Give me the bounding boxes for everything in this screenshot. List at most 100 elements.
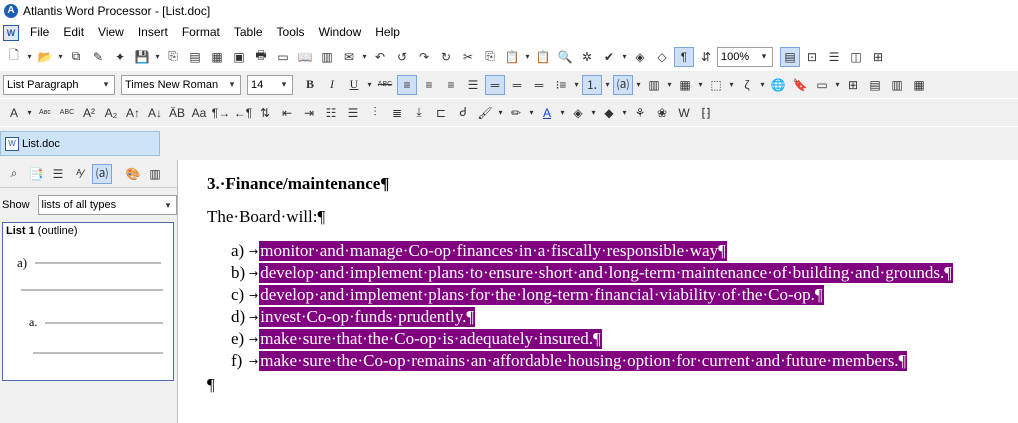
shading-dropdown-icon[interactable]: ▾ <box>589 108 598 117</box>
char-spacing-icon[interactable]: ÄB <box>167 103 187 123</box>
fill-dropdown-icon[interactable]: ▾ <box>620 108 629 117</box>
menu-view[interactable]: View <box>91 22 131 43</box>
menu-tools[interactable]: Tools <box>270 22 312 43</box>
header-footer-icon[interactable]: ☰ <box>824 47 844 67</box>
list-item[interactable]: e) → make·sure·that·the·Co-op·is·adequatel… <box>231 328 602 350</box>
numbering-dropdown-icon[interactable]: ▾ <box>603 80 612 89</box>
menu-insert[interactable]: Insert <box>131 22 175 43</box>
effects-dropdown-icon[interactable]: ▾ <box>25 108 34 117</box>
print-preview-icon[interactable]: ▦ <box>207 47 227 67</box>
frame-icon[interactable]: ⬚ <box>706 75 726 95</box>
fill-color-icon[interactable]: ◆ <box>599 103 619 123</box>
open-folder-icon[interactable]: 📂 <box>35 47 55 67</box>
bullets-dropdown-icon[interactable]: ▾ <box>572 80 581 89</box>
normal-view-icon[interactable]: ▤ <box>780 46 800 67</box>
symbol-dropdown-icon[interactable]: ▾ <box>758 80 767 89</box>
navigator-icon[interactable]: ⌕ <box>4 164 24 184</box>
widow-control-icon[interactable]: ≣ <box>387 103 407 123</box>
spelling-icon[interactable]: ✔ <box>599 47 619 67</box>
marker-icon[interactable]: ✏ <box>506 103 526 123</box>
new-dropdown-icon[interactable]: ▾ <box>25 52 34 61</box>
superscript-icon[interactable]: A² <box>79 103 99 123</box>
word-art-icon[interactable]: W <box>674 103 694 123</box>
table-grid-icon[interactable]: ⊞ <box>843 75 863 95</box>
ltr-paragraph-icon[interactable]: ¶→ <box>211 103 231 123</box>
align-right-icon[interactable]: ≡ <box>441 75 461 95</box>
page-setup-icon[interactable]: ▭ <box>273 47 293 67</box>
menu-window[interactable]: Window <box>312 22 369 43</box>
document-menu-icon[interactable]: W <box>3 24 19 41</box>
double-spacing-icon[interactable]: ═ <box>529 75 549 95</box>
colors-icon[interactable]: ▥ <box>145 164 165 184</box>
email-dropdown-icon[interactable]: ▾ <box>360 52 369 61</box>
new-document-icon[interactable]: 🗋 <box>4 47 24 67</box>
ebook-icon[interactable]: 📖 <box>295 47 315 67</box>
font-size-select[interactable]: 14 ▾ <box>247 74 293 95</box>
redo-list-icon[interactable]: ↻ <box>436 47 456 67</box>
line-spacing-15-icon[interactable]: ═ <box>507 75 527 95</box>
bullets-icon[interactable]: ⁝≡ <box>551 75 571 95</box>
font-select[interactable]: Times New Roman ▾ <box>121 74 241 95</box>
list-item[interactable]: f) → make·sure·the·Co-op·remains·an·afford… <box>231 350 908 372</box>
marker-dropdown-icon[interactable]: ▾ <box>527 108 536 117</box>
window-icon[interactable]: ▭ <box>812 75 832 95</box>
list-style-preview[interactable]: List 1 (outline) a) a. <box>2 222 174 381</box>
shrink-font-icon[interactable]: A↓ <box>145 103 165 123</box>
increase-indent-icon[interactable]: ⇥ <box>299 103 319 123</box>
menu-edit[interactable]: Edit <box>56 22 91 43</box>
subscript-icon[interactable]: A₂ <box>101 103 121 123</box>
columns-layout-icon[interactable]: ▥ <box>644 75 664 95</box>
page-break-icon[interactable]: ⤓ <box>409 103 429 123</box>
archive-icon[interactable]: ▥ <box>317 47 337 67</box>
insert-table-icon[interactable]: ▦ <box>675 75 695 95</box>
lists-icon[interactable]: ⒜ <box>92 163 112 184</box>
numbering-icon[interactable]: ⒈ <box>582 74 602 95</box>
columns-icon[interactable]: ◫ <box>846 47 866 67</box>
copy-format-icon[interactable]: ⧉ <box>66 47 86 67</box>
justify-icon[interactable]: ☰ <box>463 75 483 95</box>
table-dropdown-icon[interactable]: ▾ <box>696 80 705 89</box>
headings-icon[interactable]: ☰ <box>48 164 68 184</box>
menu-file[interactable]: File <box>23 22 56 43</box>
window-dropdown-icon[interactable]: ▾ <box>833 80 842 89</box>
frame-dropdown-icon[interactable]: ▾ <box>727 80 736 89</box>
keep-lines-icon[interactable]: ⫶ <box>365 103 385 123</box>
find-icon[interactable]: 🔍 <box>555 47 575 67</box>
page-breaks-icon[interactable]: ⇵ <box>696 47 716 67</box>
menu-table[interactable]: Table <box>227 22 270 43</box>
undo-icon[interactable]: ↶ <box>370 47 390 67</box>
forward-icon[interactable]: ◇ <box>652 47 672 67</box>
decrease-indent-icon[interactable]: ⇤ <box>277 103 297 123</box>
rtl-paragraph-icon[interactable]: ←¶ <box>233 103 253 123</box>
star-icon[interactable]: ✦ <box>110 47 130 67</box>
menu-format[interactable]: Format <box>175 22 227 43</box>
email-icon[interactable]: ✉ <box>339 47 359 67</box>
theme-icon[interactable]: ❀ <box>652 103 672 123</box>
table-cols-icon[interactable]: ▥ <box>887 75 907 95</box>
styles-icon[interactable]: ᴬ⁄ <box>70 164 90 184</box>
cut-icon[interactable]: ✂ <box>458 47 478 67</box>
shading-icon[interactable]: ◈ <box>568 103 588 123</box>
bookmark-icon[interactable]: 🔖 <box>790 75 810 95</box>
grow-font-icon[interactable]: A↑ <box>123 103 143 123</box>
open-dropdown-icon[interactable]: ▾ <box>56 52 65 61</box>
list-item[interactable]: d) → invest·Co-op·funds·prudently.¶ <box>231 306 476 328</box>
strikethrough-button[interactable]: ABC <box>375 75 395 95</box>
paste-dropdown-icon[interactable]: ▾ <box>523 52 532 61</box>
print-icon[interactable]: 🖶 <box>251 47 271 67</box>
save-as-icon[interactable]: ⎘ <box>163 47 183 67</box>
outline-numbering-icon[interactable]: ⒜ <box>613 74 633 95</box>
all-caps-icon[interactable]: ABC <box>57 103 77 123</box>
pilcrow-button[interactable]: ¶ <box>674 46 694 67</box>
panel-icon[interactable]: ⊞ <box>868 47 888 67</box>
font-effects-icon[interactable]: A <box>4 103 24 123</box>
outline-dropdown-icon[interactable]: ▾ <box>634 80 643 89</box>
paste-icon[interactable]: 📋 <box>502 47 522 67</box>
print-layout-icon[interactable]: ⊡ <box>802 47 822 67</box>
font-color-dropdown-icon[interactable]: ▾ <box>558 108 567 117</box>
single-spacing-icon[interactable]: ═ <box>485 74 505 95</box>
undo-list-icon[interactable]: ↺ <box>392 47 412 67</box>
numbered-para-icon[interactable]: ☷ <box>321 103 341 123</box>
list-item[interactable]: b) → develop·and·implement·plans·to·ensure… <box>231 262 953 284</box>
underline-button[interactable]: U <box>344 75 364 95</box>
